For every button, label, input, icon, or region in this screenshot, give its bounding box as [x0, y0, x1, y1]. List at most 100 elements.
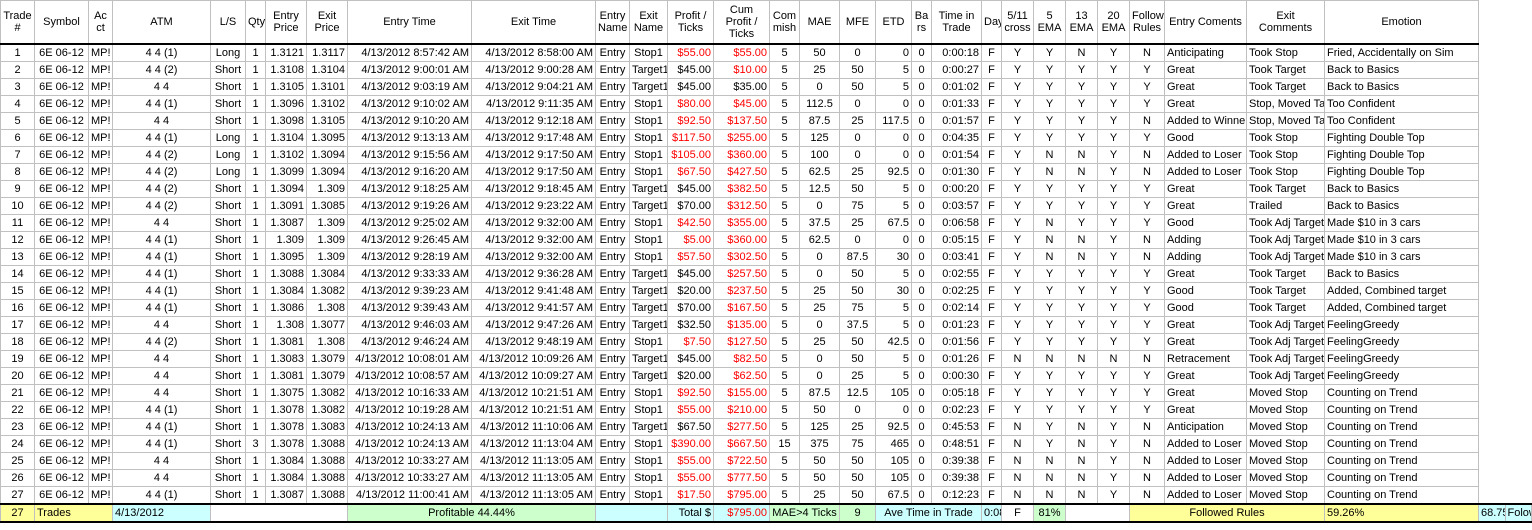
cell-exit-time[interactable]: 4/13/2012 10:09:27 AM — [471, 367, 596, 385]
cell-cross-5-11[interactable]: Y — [1001, 265, 1034, 283]
cell-ema-5[interactable]: Y — [1033, 95, 1066, 113]
cell-profit-ticks[interactable]: $5.00 — [667, 231, 714, 249]
cell-entry-name[interactable]: Entry — [595, 231, 630, 249]
cell-atm[interactable]: 4 4 (1) — [112, 129, 211, 147]
cell-atm[interactable]: 4 4 — [112, 469, 211, 487]
cell-long-short[interactable]: Short — [210, 401, 246, 419]
cell-entry-price[interactable]: 1.3102 — [265, 146, 307, 164]
cell-mae[interactable]: 50 — [799, 469, 840, 487]
cell-entry-time[interactable]: 4/13/2012 9:46:24 AM — [347, 333, 472, 351]
cell-trade-num[interactable]: 23 — [0, 418, 35, 436]
cell-cross-5-11[interactable]: Y — [1001, 299, 1034, 317]
cell-ema-5[interactable]: N — [1033, 452, 1066, 470]
cell-qty[interactable]: 1 — [245, 78, 266, 96]
cell-qty[interactable]: 1 — [245, 197, 266, 215]
cell-cum-profit-ticks[interactable]: $167.50 — [713, 299, 770, 317]
cell-entry-price[interactable]: 1.3087 — [265, 214, 307, 232]
cell-trade-num[interactable]: 24 — [0, 435, 35, 453]
cell-day[interactable]: F — [981, 401, 1002, 419]
cell-ema-20[interactable]: Y — [1097, 452, 1130, 470]
cell-symbol[interactable]: 6E 06-12 — [34, 418, 89, 436]
cell-acct[interactable]: MP! — [88, 43, 113, 62]
cell-entry-comments[interactable]: Good — [1164, 129, 1247, 147]
cell-qty[interactable]: 1 — [245, 129, 266, 147]
cell-cum-profit-ticks[interactable]: $382.50 — [713, 180, 770, 198]
header-entry-price[interactable]: Entry Price — [265, 0, 307, 45]
cell-profit-ticks[interactable]: $92.50 — [667, 112, 714, 130]
cell-cum-profit-ticks[interactable]: $155.00 — [713, 384, 770, 402]
cell-bars[interactable]: 0 — [911, 180, 932, 198]
cell-emotion[interactable]: Back to Basics — [1324, 197, 1479, 215]
cell-qty[interactable]: 1 — [245, 231, 266, 249]
summary-date[interactable]: 4/13/2012 — [112, 503, 211, 523]
cell-exit-price[interactable]: 1.309 — [306, 214, 348, 232]
cell-entry-name[interactable]: Entry — [595, 486, 630, 505]
cell-acct[interactable]: MP! — [88, 95, 113, 113]
cell-cross-5-11[interactable]: Y — [1001, 95, 1034, 113]
cell-cross-5-11[interactable]: Y — [1001, 61, 1034, 79]
cell-day[interactable]: F — [981, 486, 1002, 505]
cell-mfe[interactable]: 50 — [839, 469, 876, 487]
cell-mae[interactable]: 375 — [799, 435, 840, 453]
cell-entry-price[interactable]: 1.3104 — [265, 129, 307, 147]
cell-emotion[interactable]: Fighting Double Top — [1324, 163, 1479, 181]
cell-ema-13[interactable]: N — [1065, 350, 1098, 368]
cell-cum-profit-ticks[interactable]: $722.50 — [713, 452, 770, 470]
cell-mae[interactable]: 87.5 — [799, 384, 840, 402]
cell-profit-ticks[interactable]: $55.00 — [667, 452, 714, 470]
cell-exit-comments[interactable]: Took Adj Target — [1246, 350, 1325, 368]
cell-etd[interactable]: 0 — [875, 43, 912, 62]
cell-mfe[interactable]: 25 — [839, 214, 876, 232]
cell-qty[interactable]: 1 — [245, 95, 266, 113]
cell-cross-5-11[interactable]: Y — [1001, 248, 1034, 266]
cell-long-short[interactable]: Short — [210, 265, 246, 283]
cell-time-in-trade[interactable]: 0:00:27 — [931, 61, 982, 79]
cell-entry-time[interactable]: 4/13/2012 9:15:56 AM — [347, 146, 472, 164]
cell-ema-13[interactable]: Y — [1065, 95, 1098, 113]
cell-mfe[interactable]: 12.5 — [839, 384, 876, 402]
cell-entry-name[interactable]: Entry — [595, 282, 630, 300]
cell-follow-rules[interactable]: Y — [1129, 401, 1165, 419]
header-ema-20[interactable]: 20 EMA — [1097, 0, 1130, 45]
header-entry-name[interactable]: Entry Name — [595, 0, 630, 45]
cell-trade-num[interactable]: 5 — [0, 112, 35, 130]
cell-bars[interactable]: 0 — [911, 129, 932, 147]
cell-acct[interactable]: MP! — [88, 146, 113, 164]
cell-entry-comments[interactable]: Good — [1164, 299, 1247, 317]
cell-etd[interactable]: 42.5 — [875, 333, 912, 351]
cell-entry-name[interactable]: Entry — [595, 299, 630, 317]
cell-cross-5-11[interactable]: Y — [1001, 384, 1034, 402]
cell-ema-13[interactable]: Y — [1065, 367, 1098, 385]
cell-commish[interactable]: 5 — [769, 61, 800, 79]
cell-bars[interactable]: 0 — [911, 350, 932, 368]
cell-follow-rules[interactable]: Y — [1129, 129, 1165, 147]
cell-ema-13[interactable]: N — [1065, 418, 1098, 436]
cell-ema-13[interactable]: Y — [1065, 180, 1098, 198]
cell-entry-name[interactable]: Entry — [595, 180, 630, 198]
cell-entry-name[interactable]: Entry — [595, 197, 630, 215]
cell-exit-price[interactable]: 1.3088 — [306, 469, 348, 487]
cell-long-short[interactable]: Short — [210, 435, 246, 453]
cell-exit-name[interactable]: Stop1 — [629, 163, 668, 181]
cell-trade-num[interactable]: 4 — [0, 95, 35, 113]
cell-entry-comments[interactable]: Great — [1164, 95, 1247, 113]
cell-day[interactable]: F — [981, 163, 1002, 181]
cell-entry-comments[interactable]: Added to Loser — [1164, 469, 1247, 487]
cell-follow-rules[interactable]: Y — [1129, 333, 1165, 351]
cell-entry-price[interactable]: 1.3088 — [265, 265, 307, 283]
cell-exit-name[interactable]: Stop1 — [629, 452, 668, 470]
cell-atm[interactable]: 4 4 (1) — [112, 435, 211, 453]
cell-profit-ticks[interactable]: $45.00 — [667, 265, 714, 283]
cell-exit-time[interactable]: 4/13/2012 9:04:21 AM — [471, 78, 596, 96]
cell-symbol[interactable]: 6E 06-12 — [34, 197, 89, 215]
cell-commish[interactable]: 5 — [769, 350, 800, 368]
cell-symbol[interactable]: 6E 06-12 — [34, 78, 89, 96]
cell-etd[interactable]: 5 — [875, 197, 912, 215]
cell-cum-profit-ticks[interactable]: $360.00 — [713, 231, 770, 249]
cell-profit-ticks[interactable]: $55.00 — [667, 469, 714, 487]
cell-entry-comments[interactable]: Great — [1164, 61, 1247, 79]
cell-exit-price[interactable]: 1.3117 — [306, 43, 348, 62]
cell-entry-comments[interactable]: Good — [1164, 214, 1247, 232]
cell-mae[interactable]: 50 — [799, 43, 840, 62]
cell-exit-time[interactable]: 4/13/2012 9:17:50 AM — [471, 146, 596, 164]
